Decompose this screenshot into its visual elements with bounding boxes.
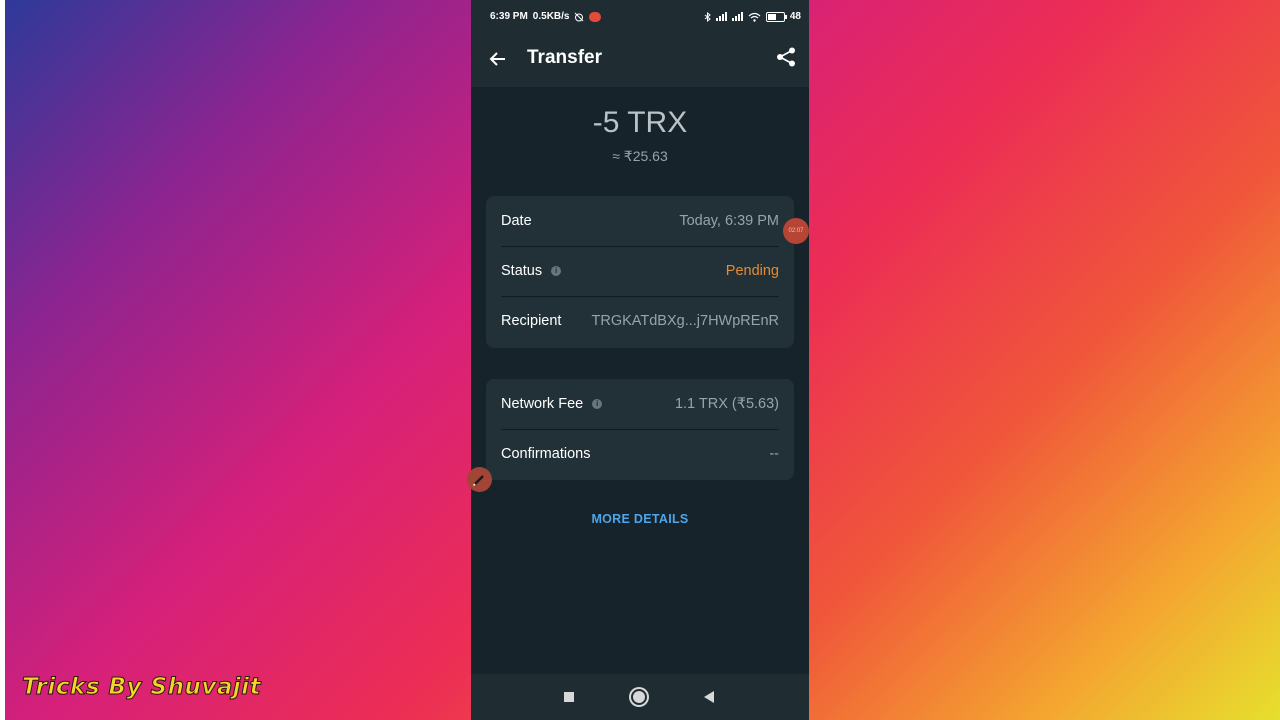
battery-level: 48: [789, 11, 801, 22]
fiat-value: ≈ ₹25.63: [612, 148, 668, 164]
date-label-text: Date: [501, 213, 532, 229]
date-value: Today, 6:39 PM: [679, 213, 779, 229]
recording-timer-badge[interactable]: 02:07: [783, 218, 809, 244]
date-label: Date: [501, 213, 532, 229]
status-bar: 6:39 PM 0.5KB/s 48: [471, 0, 809, 34]
more-details-button[interactable]: MORE DETAILS: [471, 512, 809, 526]
arrow-left-icon[interactable]: [487, 48, 509, 70]
share-icon[interactable]: [775, 46, 797, 68]
recipient-address[interactable]: TRGKATdBXg...j7HWpREnR: [592, 313, 779, 329]
network-speed: 0.5KB/s: [532, 11, 570, 22]
transfer-amount: -5 TRX: [592, 106, 688, 139]
confirmations-label: Confirmations: [501, 446, 590, 462]
home-icon[interactable]: [631, 689, 647, 705]
info-icon[interactable]: i: [551, 266, 562, 276]
recipient-label-text: Recipient: [501, 313, 562, 329]
signal-icon-2: [731, 12, 743, 21]
details-card: Date Today, 6:39 PM Status i Pending Rec…: [486, 196, 794, 348]
phone-screen: 6:39 PM 0.5KB/s 48 Transfer -5 TRX ≈ ₹25…: [471, 0, 809, 720]
status-row: Status i Pending: [486, 246, 794, 296]
signal-icon: [715, 12, 727, 21]
confirmations-value: --: [769, 446, 779, 462]
confirmations-label-text: Confirmations: [501, 446, 591, 462]
recipient-row[interactable]: Recipient TRGKATdBXg...j7HWpREnR: [486, 296, 794, 346]
fee-card: Network Fee i 1.1 TRX (₹5.63) Confirmati…: [486, 379, 794, 480]
pen-icon: [472, 475, 484, 487]
screen-record-icon: [589, 11, 602, 22]
nav-back-icon[interactable]: [704, 691, 714, 703]
bluetooth-icon: [704, 11, 711, 22]
network-fee-label: Network Fee i: [501, 396, 603, 412]
app-bar: Transfer: [471, 34, 809, 87]
pen-tool-button[interactable]: [467, 467, 492, 492]
status-label-text: Status: [501, 263, 543, 279]
confirmations-row: Confirmations --: [486, 429, 794, 479]
alarm-off-icon: [575, 12, 584, 21]
wifi-icon: [748, 12, 761, 22]
date-row: Date Today, 6:39 PM: [486, 196, 794, 246]
status-label: Status i: [501, 263, 562, 279]
recipient-label: Recipient: [501, 313, 561, 329]
network-fee-label-text: Network Fee: [501, 396, 584, 412]
system-nav-bar: [471, 674, 809, 720]
network-fee-row: Network Fee i 1.1 TRX (₹5.63): [486, 379, 794, 429]
channel-watermark: Tricks By Shuvajit: [21, 674, 262, 701]
battery-icon: [765, 11, 787, 22]
fee-info-icon[interactable]: i: [592, 399, 603, 409]
status-time: 6:39 PM: [490, 11, 528, 22]
network-fee-value: 1.1 TRX (₹5.63): [674, 396, 779, 412]
page-title: Transfer: [527, 47, 602, 68]
background-edge: [0, 0, 5, 720]
recent-apps-icon[interactable]: [564, 692, 574, 702]
status-badge: Pending: [725, 263, 779, 279]
